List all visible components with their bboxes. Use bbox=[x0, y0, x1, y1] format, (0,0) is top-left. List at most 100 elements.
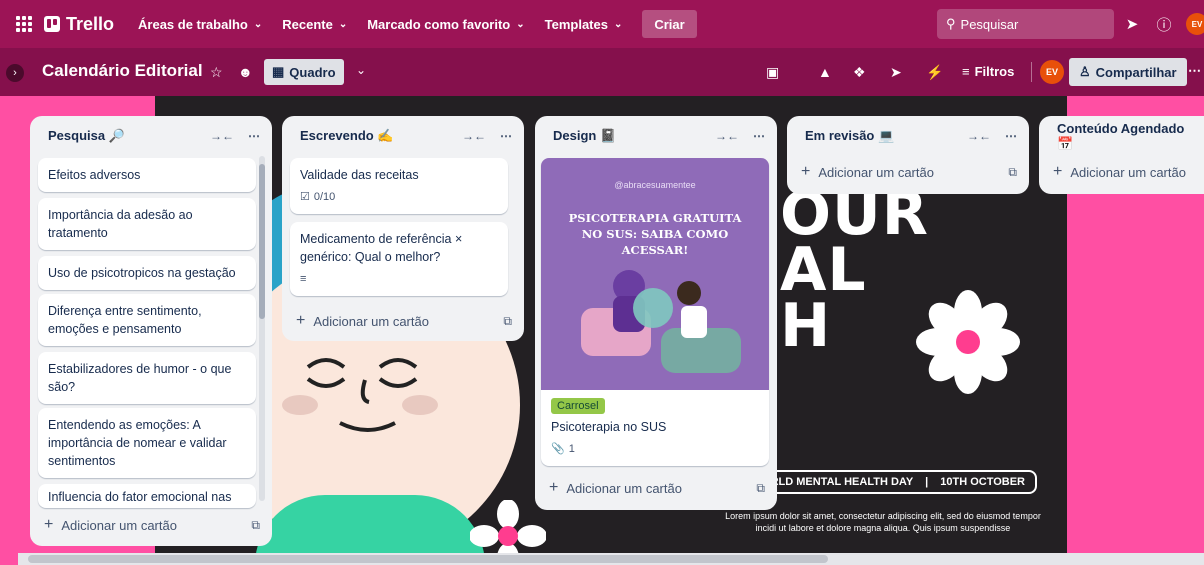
list-menu-icon[interactable]: ⋯ bbox=[500, 129, 512, 143]
power-ups-icon[interactable]: ➤ bbox=[890, 64, 902, 80]
background-text-line: H bbox=[780, 291, 832, 361]
board-title[interactable]: Calendário Editorial bbox=[42, 61, 203, 81]
trello-logo[interactable]: Trello bbox=[44, 14, 114, 35]
add-card-label: Adicionar um cartão bbox=[818, 164, 934, 180]
paperclip-icon: 📎 bbox=[551, 443, 565, 455]
add-card-button[interactable]: + Adicionar um cartão ⧉ bbox=[801, 158, 1017, 186]
card-cover-image: @abracesuamentee PSICOTERAPIA GRATUITA N… bbox=[541, 158, 769, 390]
chevron-down-icon[interactable]: ⌄ bbox=[356, 63, 366, 77]
list-header: Pesquisa 🔎 →← ⋯ bbox=[30, 116, 272, 156]
sidebar-expand-icon[interactable]: › bbox=[6, 64, 24, 82]
member-avatar[interactable]: EV bbox=[1040, 60, 1064, 84]
header-divider bbox=[1031, 62, 1032, 82]
card[interactable]: Estabilizadores de humor - o que são? bbox=[38, 352, 256, 404]
help-icon[interactable]: ⓘ bbox=[1154, 14, 1174, 34]
background-lorem: Lorem ipsum dolor sit amet, consectetur … bbox=[725, 511, 1041, 533]
add-card-label: Adicionar um cartão bbox=[566, 480, 682, 496]
list-em-revisao[interactable]: Em revisão 💻 →← ⋯ + Adicionar um cartão ⧉ bbox=[787, 116, 1029, 194]
card-label-carrosel[interactable]: Carrosel bbox=[551, 398, 605, 414]
account-avatar[interactable]: EV bbox=[1186, 13, 1204, 35]
search-input[interactable]: ⚲ Pesquisar bbox=[937, 9, 1114, 39]
search-placeholder: Pesquisar bbox=[960, 16, 1019, 32]
menu-templates[interactable]: Templates ⌄ bbox=[535, 8, 633, 40]
card[interactable]: Diferença entre sentimento, emoções e pe… bbox=[38, 294, 256, 346]
share-person-icon: ♙ bbox=[1079, 64, 1091, 79]
search-icon: ⚲ bbox=[946, 16, 956, 31]
more-menu-icon[interactable]: ⋯ bbox=[1188, 63, 1201, 79]
add-card-button[interactable]: + Adicionar um cartão ⧉ bbox=[549, 474, 765, 502]
view-switcher-button[interactable]: ▦ Quadro bbox=[264, 59, 344, 85]
add-card-button[interactable]: + Adicionar um cartão bbox=[1053, 158, 1192, 186]
attachments-count: 1 bbox=[568, 443, 575, 455]
list-design[interactable]: Design 📓 →← ⋯ @abracesuamentee PSICOTERAP… bbox=[535, 116, 777, 510]
list-pesquisa[interactable]: Pesquisa 🔎 →← ⋯ Efeitos adversos Importân… bbox=[30, 116, 272, 546]
automation-icon[interactable]: ⚡ bbox=[926, 64, 943, 80]
chevron-down-icon: ⌄ bbox=[253, 18, 263, 30]
brand-name: Trello bbox=[66, 13, 115, 34]
list-title[interactable]: Design 📓 bbox=[553, 128, 715, 144]
card[interactable]: Importância da adesão ao tratamento bbox=[38, 198, 256, 250]
event-text: RLD MENTAL HEALTH DAY bbox=[770, 476, 914, 488]
event-banner: RLD MENTAL HEALTH DAY | 10TH OCTOBER bbox=[757, 470, 1037, 494]
chevron-down-icon: ⌄ bbox=[338, 18, 348, 30]
list-scrollbar[interactable] bbox=[259, 156, 265, 501]
drive-icon[interactable]: ▲ bbox=[818, 64, 832, 80]
checklist-badge: ☑ 0/10 bbox=[300, 188, 498, 206]
template-icon[interactable]: ⧉ bbox=[1008, 165, 1017, 180]
list-menu-icon[interactable]: ⋯ bbox=[753, 129, 765, 143]
template-icon[interactable]: ⧉ bbox=[251, 518, 260, 533]
add-card-button[interactable]: + Adicionar um cartão ⧉ bbox=[296, 307, 512, 335]
menu-starred[interactable]: Marcado como favorito ⌄ bbox=[357, 8, 534, 40]
chevron-down-icon: ⌄ bbox=[516, 18, 525, 30]
scrollbar-thumb[interactable] bbox=[28, 555, 828, 563]
list-title[interactable]: Em revisão 💻 bbox=[805, 128, 967, 144]
description-icon: ≡ bbox=[300, 273, 307, 285]
star-icon[interactable]: ☆ bbox=[210, 64, 223, 80]
collapse-icon[interactable]: →← bbox=[967, 129, 991, 143]
card[interactable]: Efeitos adversos bbox=[38, 158, 256, 192]
list-title[interactable]: Escrevendo ✍ bbox=[300, 128, 462, 144]
card[interactable]: @abracesuamentee PSICOTERAPIA GRATUITA N… bbox=[541, 158, 769, 466]
list-title[interactable]: Conteúdo Agendado 📅 bbox=[1057, 121, 1192, 152]
plus-icon: + bbox=[801, 163, 811, 180]
template-icon[interactable]: ⧉ bbox=[756, 481, 765, 496]
list-header: Conteúdo Agendado 📅 bbox=[1039, 116, 1204, 156]
event-separator: | bbox=[925, 476, 929, 488]
list-menu-icon[interactable]: ⋯ bbox=[1005, 129, 1017, 143]
list-title[interactable]: Pesquisa 🔎 bbox=[48, 128, 210, 144]
background-big-text: OUR AL H bbox=[780, 184, 929, 361]
list-menu-icon[interactable]: ⋯ bbox=[248, 129, 260, 143]
card[interactable]: Validade das receitas ☑ 0/10 bbox=[290, 158, 508, 214]
attachments-badge: 📎 1 bbox=[551, 440, 759, 458]
menu-label: Templates bbox=[544, 16, 608, 32]
card[interactable]: Entendendo as emoções: A importância de … bbox=[38, 408, 256, 478]
create-button[interactable]: Criar bbox=[642, 10, 697, 38]
menu-workspaces[interactable]: Áreas de trabalho ⌄ bbox=[128, 8, 272, 40]
menu-label: Marcado como favorito bbox=[367, 16, 511, 32]
list-conteudo-agendado[interactable]: Conteúdo Agendado 📅 + Adicionar um cartã… bbox=[1039, 116, 1204, 194]
board-view-icon: ▦ bbox=[272, 64, 285, 79]
card[interactable]: Influencia do fator emocional nas bbox=[38, 484, 256, 508]
calendar-icon[interactable]: ▣ bbox=[766, 64, 779, 80]
collapse-icon[interactable]: →← bbox=[715, 129, 739, 143]
filters-button[interactable]: ≡ Filtros bbox=[962, 64, 1014, 79]
card-title: Validade das receitas bbox=[300, 168, 419, 182]
share-button[interactable]: ♙ Compartilhar bbox=[1069, 58, 1187, 86]
notifications-icon[interactable]: ➤ bbox=[1122, 14, 1142, 34]
slack-icon[interactable]: ❖ bbox=[853, 64, 866, 80]
template-icon[interactable]: ⧉ bbox=[503, 314, 512, 329]
plus-icon: + bbox=[296, 312, 306, 329]
apps-grid-icon[interactable] bbox=[14, 14, 34, 34]
collapse-icon[interactable]: →← bbox=[462, 129, 486, 143]
board-horizontal-scrollbar[interactable] bbox=[18, 553, 1204, 565]
card[interactable]: Uso de psicotropicos na gestação bbox=[38, 256, 256, 290]
menu-recent[interactable]: Recente ⌄ bbox=[272, 8, 357, 40]
scrollbar-thumb[interactable] bbox=[259, 164, 265, 319]
add-card-button[interactable]: + Adicionar um cartão ⧉ bbox=[44, 511, 260, 539]
share-label: Compartilhar bbox=[1095, 64, 1177, 80]
collapse-icon[interactable]: →← bbox=[210, 129, 234, 143]
card[interactable]: Medicamento de referência × genérico: Qu… bbox=[290, 222, 508, 296]
visibility-icon[interactable]: ☻ bbox=[238, 64, 253, 80]
list-escrevendo[interactable]: Escrevendo ✍ →← ⋯ Validade das receitas ☑… bbox=[282, 116, 524, 341]
add-card-label: Adicionar um cartão bbox=[1070, 164, 1186, 180]
